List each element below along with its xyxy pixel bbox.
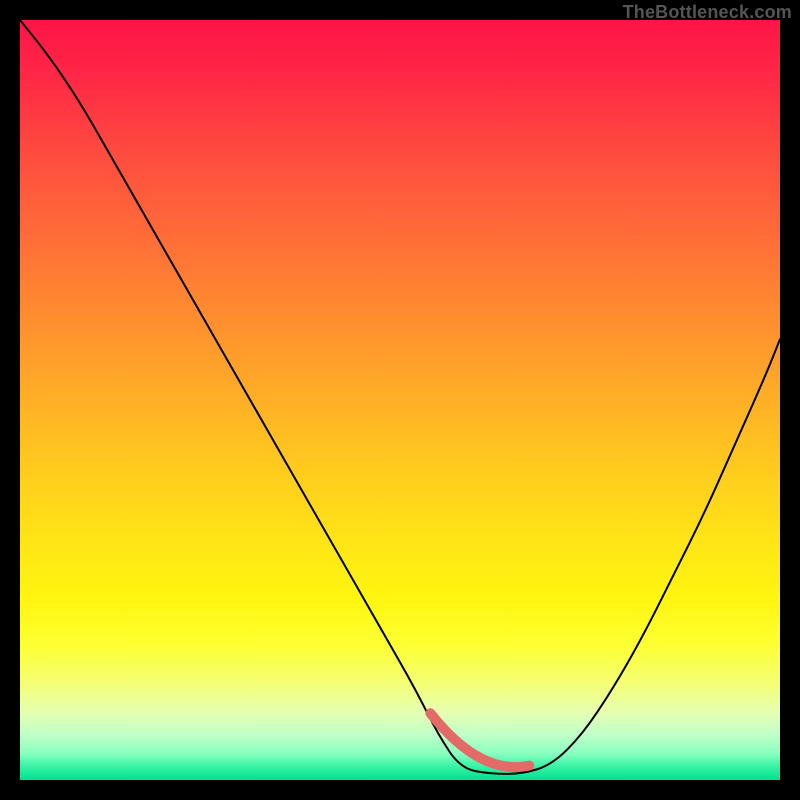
curve-svg <box>20 20 780 780</box>
optimal-region-marker <box>430 713 529 767</box>
bottleneck-curve <box>20 20 780 774</box>
curve-line <box>20 20 780 774</box>
plot-area <box>20 20 780 780</box>
optimal-marker-line <box>430 713 529 767</box>
chart-frame: TheBottleneck.com <box>0 0 800 800</box>
